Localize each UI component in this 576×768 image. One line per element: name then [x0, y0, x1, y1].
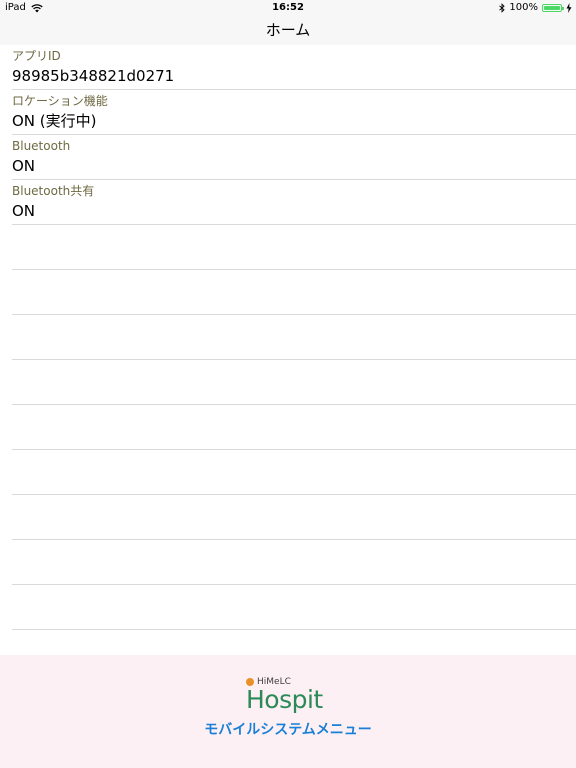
- row-label: Bluetooth共有: [12, 184, 95, 198]
- footer: HiMeLC Hospit モバイルシステムメニュー: [0, 655, 576, 768]
- empty-row: [12, 405, 576, 450]
- battery-percent: 100%: [509, 2, 538, 13]
- empty-row: [12, 540, 576, 585]
- row-value: 98985b348821d0271: [12, 67, 175, 85]
- empty-row: [12, 360, 576, 405]
- page-title: ホーム: [265, 21, 311, 39]
- charging-icon: [566, 3, 572, 13]
- empty-row: [12, 495, 576, 540]
- battery-icon: [542, 4, 564, 12]
- nav-bar: ホーム: [0, 16, 576, 45]
- empty-row: [12, 225, 576, 270]
- status-time: 16:52: [272, 2, 304, 13]
- battery-fill: [544, 6, 560, 10]
- empty-row: [12, 585, 576, 630]
- row-label: Bluetooth: [12, 139, 71, 153]
- row-label: ロケーション機能: [12, 94, 108, 108]
- info-row-bluetooth: Bluetooth ON: [12, 135, 576, 180]
- bluetooth-icon: [499, 3, 506, 13]
- info-row-location: ロケーション機能 ON (実行中): [12, 90, 576, 135]
- empty-row: [12, 270, 576, 315]
- hospit-logo: HiMeLC Hospit: [246, 677, 336, 717]
- row-value: ON: [12, 157, 36, 175]
- empty-row: [12, 450, 576, 495]
- empty-row: [12, 315, 576, 360]
- status-right: 100%: [499, 0, 572, 16]
- row-value: ON: [12, 202, 36, 220]
- info-row-bluetooth-share: Bluetooth共有 ON: [12, 180, 576, 225]
- row-value: ON (実行中): [12, 112, 97, 130]
- info-list: アプリID 98985b348821d0271 ロケーション機能 ON (実行中…: [12, 45, 576, 630]
- info-row-app-id: アプリID 98985b348821d0271: [12, 45, 576, 90]
- status-bar: iPad 16:52 100%: [0, 0, 576, 16]
- logo-name: Hospit: [246, 685, 323, 714]
- row-label: アプリID: [12, 49, 61, 63]
- mobile-system-menu-link[interactable]: モバイルシステムメニュー: [0, 721, 576, 739]
